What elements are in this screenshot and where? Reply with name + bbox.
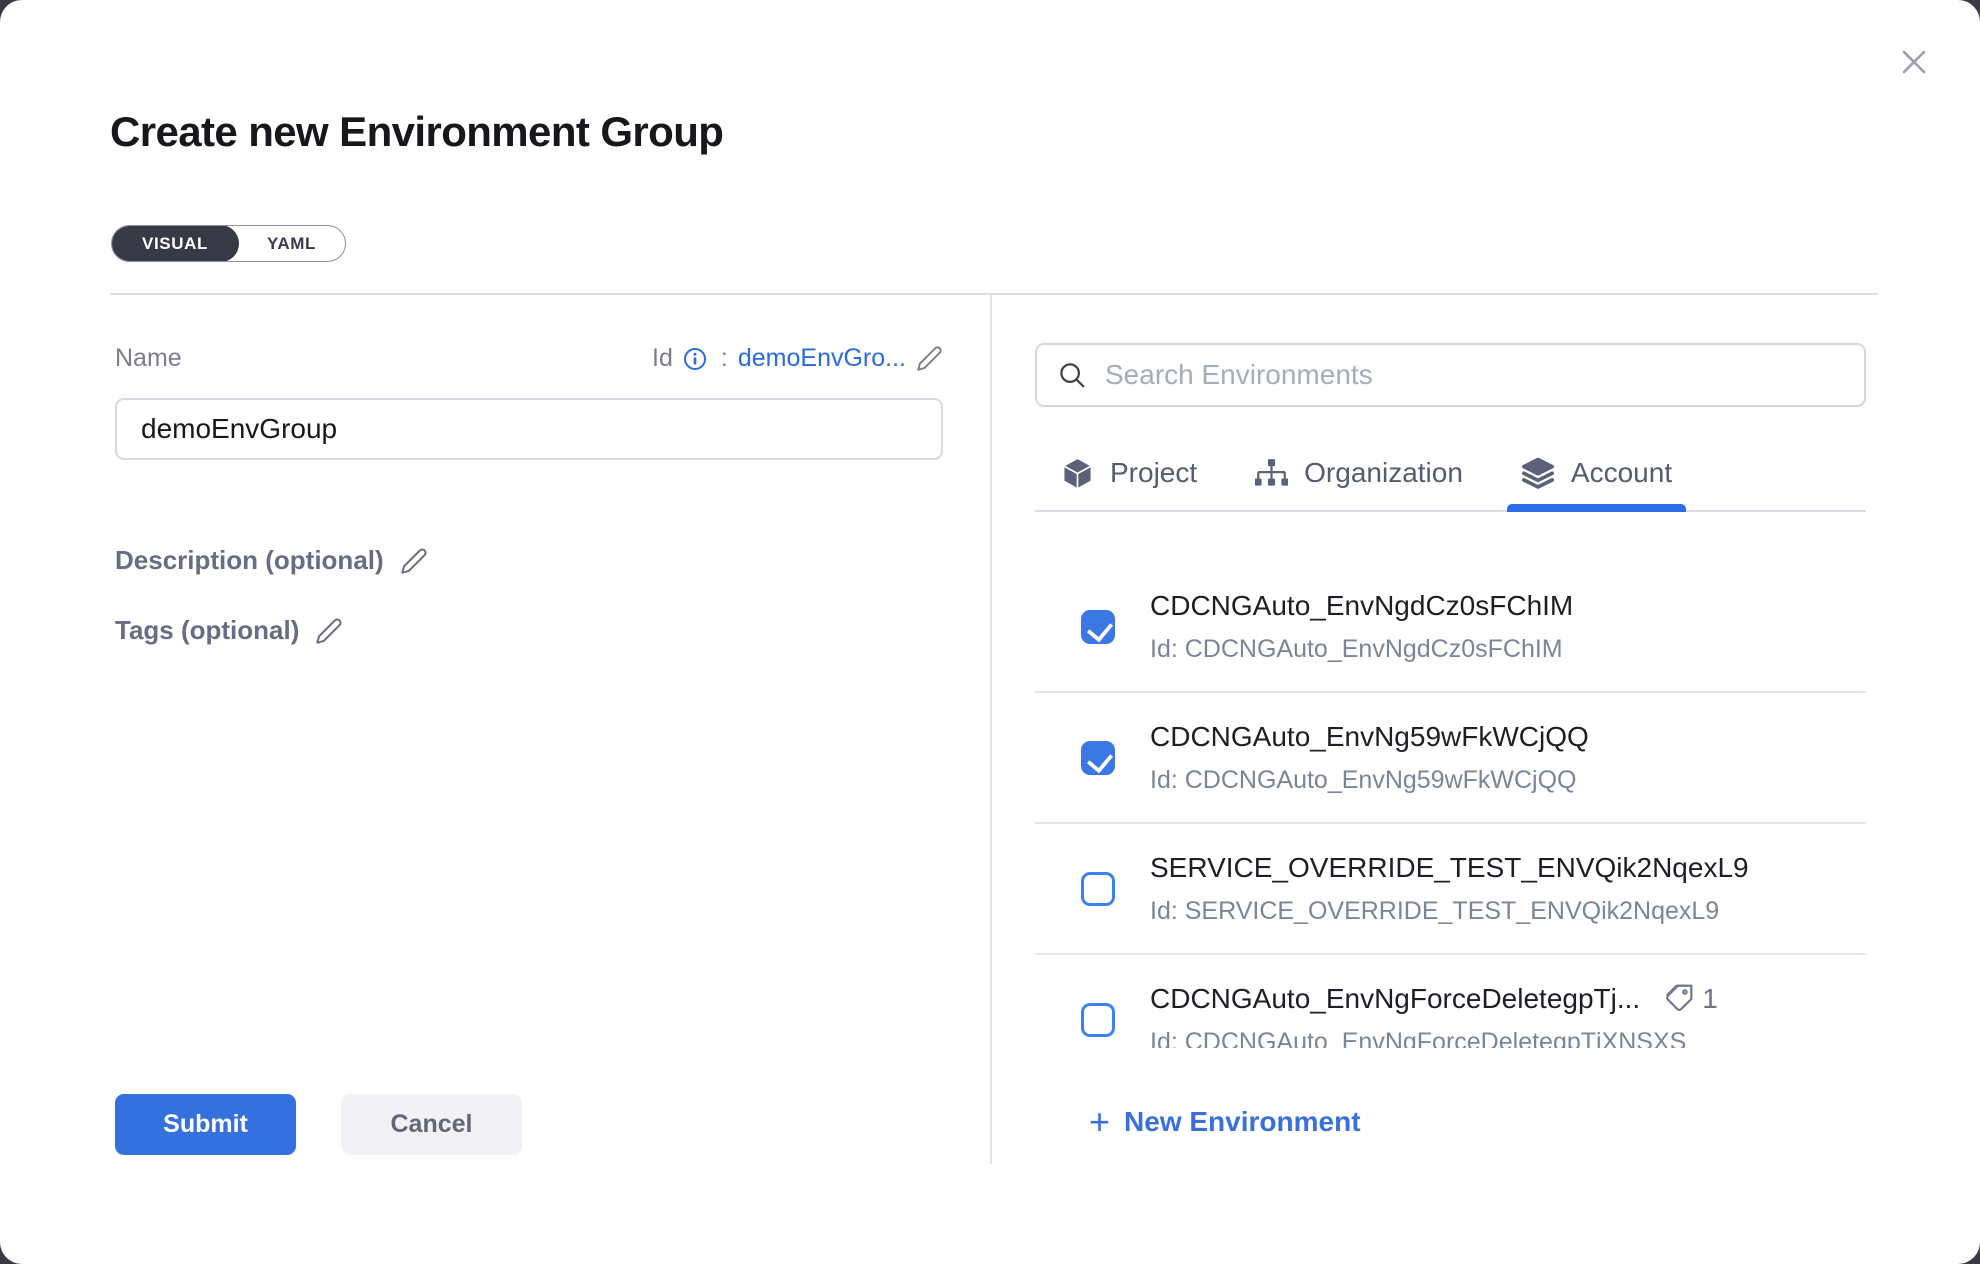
environment-id: Id: CDCNGAuto_EnvNgForceDeletegpTjXNSXS: [1150, 1028, 1718, 1049]
new-environment-label: New Environment: [1124, 1106, 1360, 1138]
tab-organization[interactable]: Organization: [1255, 436, 1463, 510]
info-icon[interactable]: [683, 347, 707, 371]
pencil-icon: [315, 617, 343, 645]
tab-project-label: Project: [1110, 457, 1197, 489]
environment-name: SERVICE_OVERRIDE_TEST_ENVQik2NqexL9: [1150, 852, 1749, 884]
environment-id: Id: CDCNGAuto_EnvNg59wFkWCjQQ: [1150, 766, 1589, 795]
visual-yaml-toggle: VISUAL YAML: [111, 225, 346, 262]
pane-divider: [990, 295, 992, 1164]
close-button[interactable]: [1892, 40, 1936, 84]
search-environments-input[interactable]: [1105, 359, 1844, 391]
tag-count: 1: [1702, 983, 1718, 1015]
page-title: Create new Environment Group: [110, 108, 723, 156]
search-icon: [1057, 360, 1087, 390]
edit-description-button[interactable]: [400, 547, 428, 575]
new-environment-button[interactable]: + New Environment: [1089, 1104, 1361, 1140]
environment-checkbox[interactable]: [1081, 741, 1115, 775]
scope-tabs: Project Organization Account: [1035, 436, 1866, 512]
environment-checkbox[interactable]: [1081, 1003, 1115, 1037]
create-environment-group-modal: Create new Environment Group VISUAL YAML…: [0, 0, 1980, 1264]
environment-checkbox[interactable]: [1081, 610, 1115, 644]
environment-name: CDCNGAuto_EnvNgdCz0sFChIM: [1150, 590, 1573, 622]
layers-icon: [1521, 456, 1555, 490]
cancel-button[interactable]: Cancel: [341, 1094, 522, 1155]
id-row: Id : demoEnvGro...: [652, 344, 943, 373]
visual-tab[interactable]: VISUAL: [111, 225, 239, 262]
plus-icon: +: [1089, 1104, 1110, 1140]
environment-row[interactable]: CDCNGAuto_EnvNgForceDeletegpTj... 1 Id: …: [1035, 955, 1866, 1048]
environment-row[interactable]: CDCNGAuto_EnvNg59wFkWCjQQ Id: CDCNGAuto_…: [1035, 693, 1866, 824]
id-value[interactable]: demoEnvGro...: [738, 344, 906, 373]
environment-name: CDCNGAuto_EnvNgForceDeletegpTj...: [1150, 983, 1640, 1015]
search-box: [1035, 343, 1866, 407]
environment-checkbox[interactable]: [1081, 872, 1115, 906]
yaml-tab[interactable]: YAML: [238, 226, 345, 261]
environment-texts: CDCNGAuto_EnvNgdCz0sFChIM Id: CDCNGAuto_…: [1150, 590, 1573, 664]
name-input[interactable]: [115, 398, 943, 460]
environment-id: Id: CDCNGAuto_EnvNgdCz0sFChIM: [1150, 635, 1573, 664]
id-colon: :: [721, 344, 728, 373]
environment-list: CDCNGAuto_EnvNgdCz0sFChIM Id: CDCNGAuto_…: [1035, 512, 1866, 1048]
org-hierarchy-icon: [1255, 457, 1288, 490]
tab-organization-label: Organization: [1304, 457, 1463, 489]
edit-id-button[interactable]: [916, 345, 943, 372]
edit-tags-button[interactable]: [315, 617, 343, 645]
environment-row[interactable]: SERVICE_OVERRIDE_TEST_ENVQik2NqexL9 Id: …: [1035, 824, 1866, 955]
tab-account-label: Account: [1571, 457, 1672, 489]
name-id-row: Name Id : demoEnvGro...: [115, 344, 943, 373]
environment-texts: CDCNGAuto_EnvNgForceDeletegpTj... 1 Id: …: [1150, 983, 1718, 1049]
id-label: Id: [652, 344, 673, 373]
pencil-icon: [400, 547, 428, 575]
description-label: Description (optional): [115, 545, 384, 576]
tag-icon: [1662, 983, 1694, 1015]
header-divider: [110, 293, 1878, 295]
tags-row: Tags (optional): [115, 615, 343, 646]
name-label: Name: [115, 344, 182, 373]
cube-icon: [1061, 457, 1094, 490]
environment-name: CDCNGAuto_EnvNg59wFkWCjQQ: [1150, 721, 1589, 753]
pencil-icon: [916, 345, 943, 372]
tab-project[interactable]: Project: [1061, 436, 1197, 510]
environment-id: Id: SERVICE_OVERRIDE_TEST_ENVQik2NqexL9: [1150, 897, 1749, 926]
tag-badge: 1: [1662, 983, 1718, 1015]
environment-row[interactable]: CDCNGAuto_EnvNgdCz0sFChIM Id: CDCNGAuto_…: [1035, 562, 1866, 693]
tags-label: Tags (optional): [115, 615, 299, 646]
tab-account[interactable]: Account: [1521, 436, 1672, 510]
description-row: Description (optional): [115, 545, 428, 576]
environment-texts: SERVICE_OVERRIDE_TEST_ENVQik2NqexL9 Id: …: [1150, 852, 1749, 926]
submit-button[interactable]: Submit: [115, 1094, 296, 1155]
close-icon: [1897, 45, 1931, 79]
environment-texts: CDCNGAuto_EnvNg59wFkWCjQQ Id: CDCNGAuto_…: [1150, 721, 1589, 795]
form-actions: Submit Cancel: [115, 1094, 522, 1155]
